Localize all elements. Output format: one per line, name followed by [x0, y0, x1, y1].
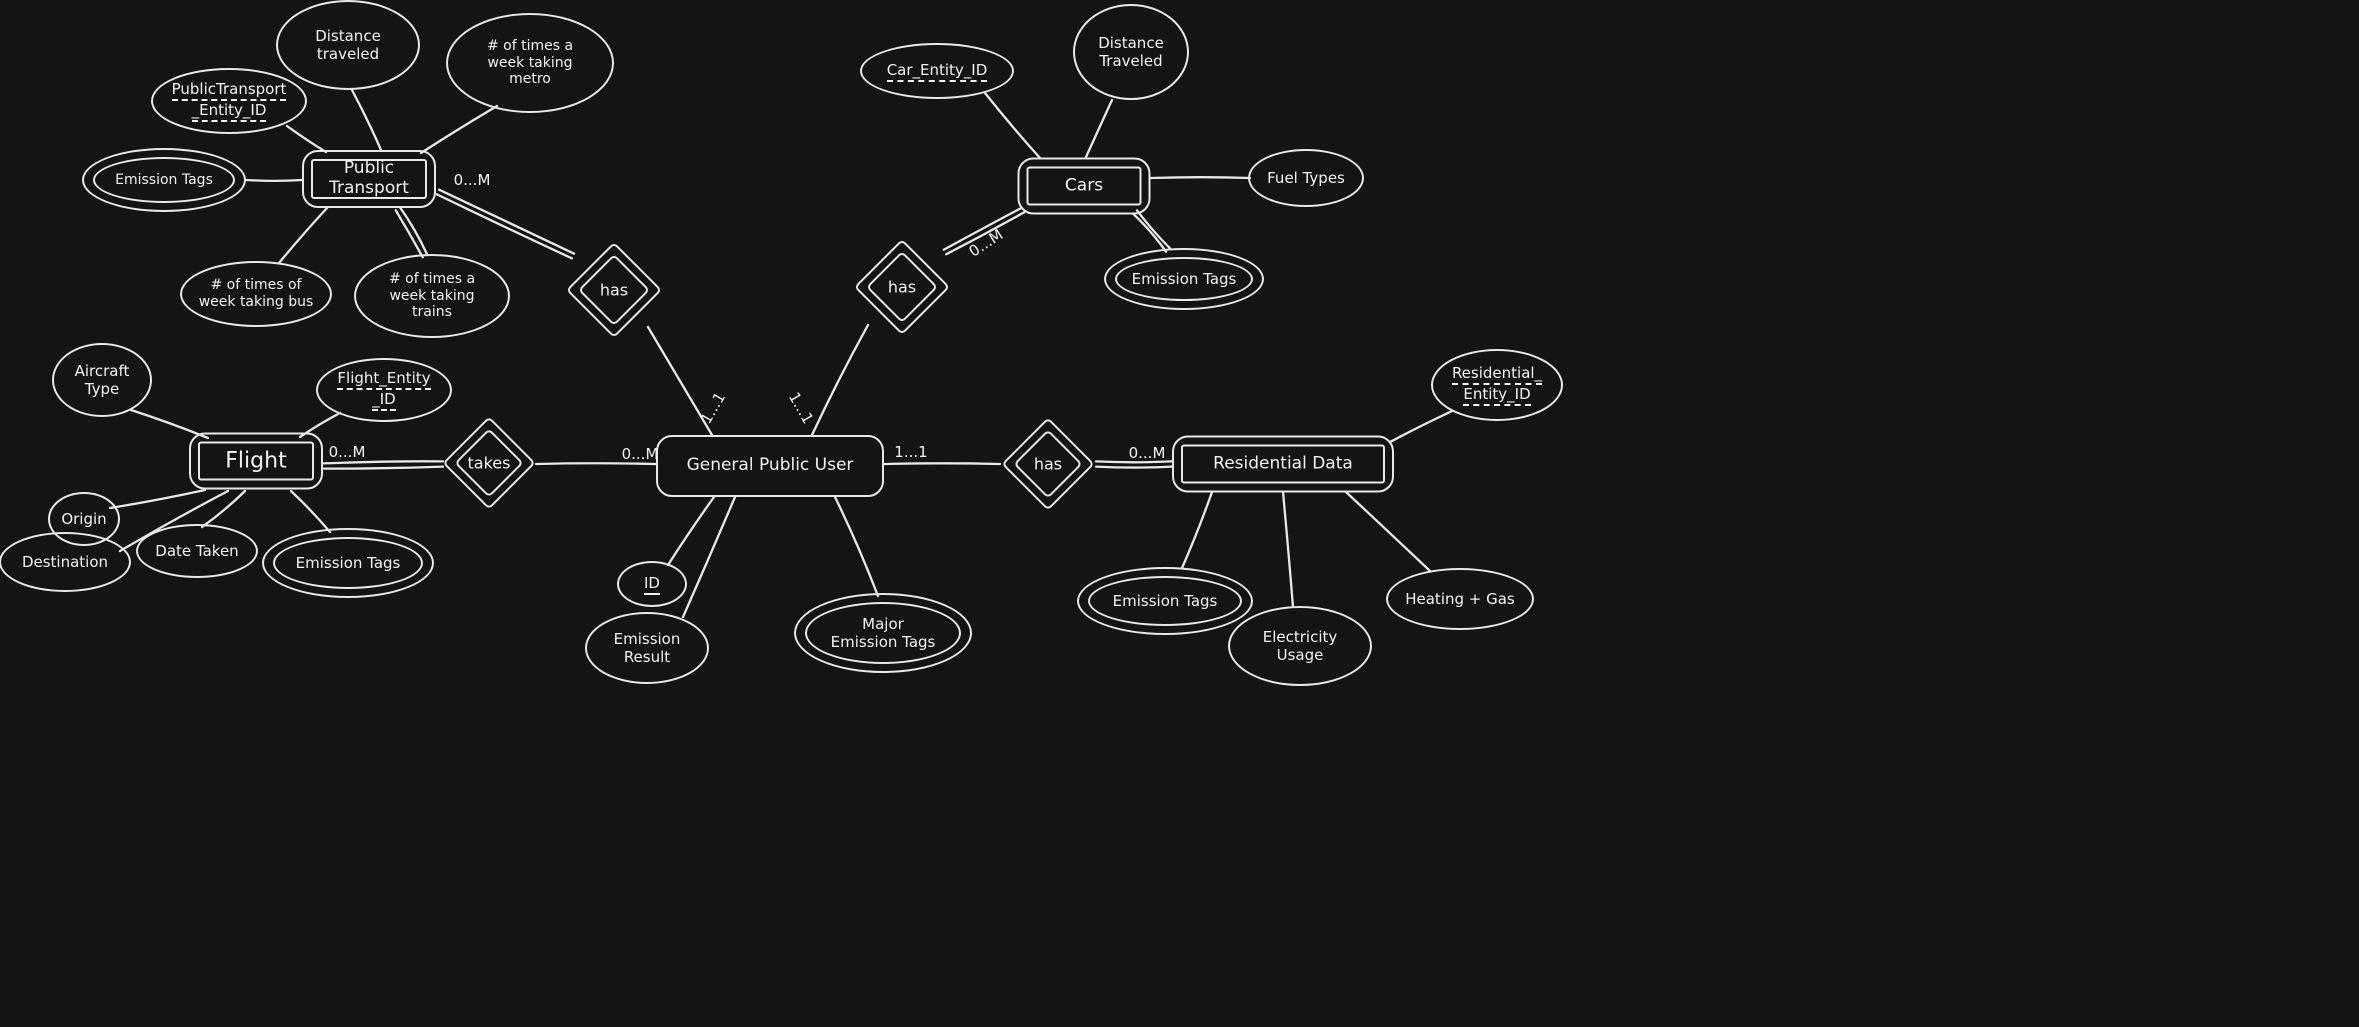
connection-line — [1344, 490, 1432, 573]
connection-line — [437, 188, 576, 255]
connection-line — [1094, 465, 1174, 469]
connection-line — [322, 465, 445, 470]
attribute-fl_emission[interactable]: Emission Tags — [262, 528, 434, 598]
attribute-pt_metro[interactable]: # of times a week taking metro — [446, 13, 614, 113]
connection-line — [419, 104, 499, 155]
connection-line — [394, 209, 424, 259]
connection-line — [322, 460, 445, 465]
entity-label: Public Transport — [329, 158, 409, 198]
attribute-label: Date Taken — [155, 542, 239, 560]
er-diagram-canvas: Public Transport Cars Flight General Public… — [0, 0, 2359, 1027]
attribute-label: Heating + Gas — [1405, 590, 1515, 608]
connection-line — [1131, 212, 1168, 253]
relationship-label: has — [887, 277, 917, 297]
connection-line — [810, 323, 870, 437]
attribute-label: Residential_ Entity_ID — [1446, 364, 1548, 406]
attribute-label: Emission Tags — [295, 554, 401, 572]
connection-line — [200, 489, 247, 529]
attribute-res_heat[interactable]: Heating + Gas — [1386, 568, 1534, 630]
connection-line — [285, 124, 328, 154]
connection-line — [244, 178, 304, 182]
attribute-label: Major Emission Tags — [830, 615, 936, 651]
cardinality-res_card: 0...M — [1128, 444, 1166, 462]
attribute-label: Fuel Types — [1267, 169, 1345, 187]
attribute-label: # of times a week taking trains — [388, 270, 476, 321]
relationship-label: has — [1033, 454, 1063, 474]
relationship-label: has — [599, 280, 629, 300]
attribute-gpu_emission_result[interactable]: Emission Result — [585, 612, 709, 684]
cardinality-pt_card: 0...M — [453, 171, 491, 189]
connection-line — [882, 462, 1002, 466]
connection-line — [1180, 490, 1214, 570]
attribute-label: Electricity Usage — [1262, 628, 1338, 664]
connection-line — [399, 206, 429, 256]
attribute-res_entity_id[interactable]: Residential_ Entity_ID — [1431, 349, 1563, 421]
connection-line — [983, 91, 1042, 160]
attribute-label: ID — [638, 574, 666, 595]
connection-line — [289, 489, 332, 534]
connection-line — [277, 206, 329, 265]
attribute-res_emission[interactable]: Emission Tags — [1077, 567, 1253, 635]
attribute-fl_aircraft[interactable]: Aircraft Type — [52, 343, 152, 417]
connection-line — [1149, 176, 1252, 180]
attribute-car_emission[interactable]: Emission Tags — [1104, 248, 1264, 310]
attribute-label: Flight_Entity _ID — [331, 369, 436, 411]
entity-public_transport[interactable]: Public Transport — [302, 150, 436, 208]
entity-residential[interactable]: Residential Data — [1172, 435, 1394, 493]
attribute-pt_distance[interactable]: Distance traveled — [276, 0, 420, 90]
attribute-label: Distance traveled — [315, 27, 381, 63]
connection-line — [534, 462, 658, 466]
attribute-pt_emission[interactable]: Emission Tags — [82, 148, 246, 212]
connection-line — [833, 495, 880, 598]
entity-label: Flight — [225, 448, 287, 474]
attribute-label: Destination — [21, 553, 109, 571]
attribute-pt_entity_id[interactable]: PublicTransport _Entity_ID — [151, 68, 307, 134]
attribute-label: PublicTransport _Entity_ID — [166, 80, 293, 122]
entity-gpu[interactable]: General Public User — [656, 435, 884, 497]
connection-line — [1084, 98, 1114, 159]
attribute-label: Origin — [61, 510, 107, 528]
connection-line — [435, 193, 574, 260]
attribute-fl_dest[interactable]: Destination — [0, 532, 131, 592]
entity-flight[interactable]: Flight — [189, 432, 323, 490]
attribute-label: Distance Traveled — [1098, 34, 1164, 70]
connection-line — [666, 495, 716, 567]
attribute-label: Emission Result — [613, 630, 681, 666]
cardinality-takes_user: 0...M — [621, 445, 659, 463]
attribute-gpu_major_tags[interactable]: Major Emission Tags — [794, 593, 972, 673]
attribute-car_fuel[interactable]: Fuel Types — [1248, 149, 1364, 207]
connection-line — [1281, 490, 1295, 609]
connection-line — [1388, 409, 1454, 444]
attribute-label: Car_Entity_ID — [881, 61, 994, 82]
attribute-fl_date[interactable]: Date Taken — [136, 524, 258, 578]
connection-line — [681, 495, 737, 619]
entity-label: Cars — [1064, 175, 1104, 196]
attribute-label: # of times of week taking bus — [198, 277, 314, 310]
cardinality-user_res: 1...1 — [894, 443, 928, 461]
entity-label: General Public User — [686, 455, 854, 476]
attribute-label: Aircraft Type — [74, 362, 130, 398]
attribute-label: Emission Tags — [1112, 592, 1218, 610]
connection-line — [1135, 209, 1172, 250]
attribute-fl_entity_id[interactable]: Flight_Entity _ID — [316, 358, 452, 422]
attribute-label: # of times a week taking metro — [486, 37, 574, 88]
attribute-res_elec[interactable]: Electricity Usage — [1228, 606, 1372, 686]
attribute-pt_trains[interactable]: # of times a week taking trains — [354, 254, 510, 338]
attribute-pt_bus[interactable]: # of times of week taking bus — [180, 261, 332, 327]
relationship-label: takes — [467, 453, 511, 473]
entity-label: Residential Data — [1213, 453, 1353, 474]
attribute-gpu_id[interactable]: ID — [617, 561, 687, 607]
attribute-car_entity_id[interactable]: Car_Entity_ID — [860, 43, 1014, 99]
cardinality-flight_card: 0...M — [328, 443, 366, 461]
attribute-label: Emission Tags — [115, 171, 213, 188]
connection-line — [108, 488, 207, 510]
attribute-label: Emission Tags — [1131, 270, 1237, 288]
entity-cars[interactable]: Cars — [1017, 157, 1151, 215]
attribute-car_distance[interactable]: Distance Traveled — [1073, 4, 1189, 100]
connection-line — [350, 88, 383, 152]
